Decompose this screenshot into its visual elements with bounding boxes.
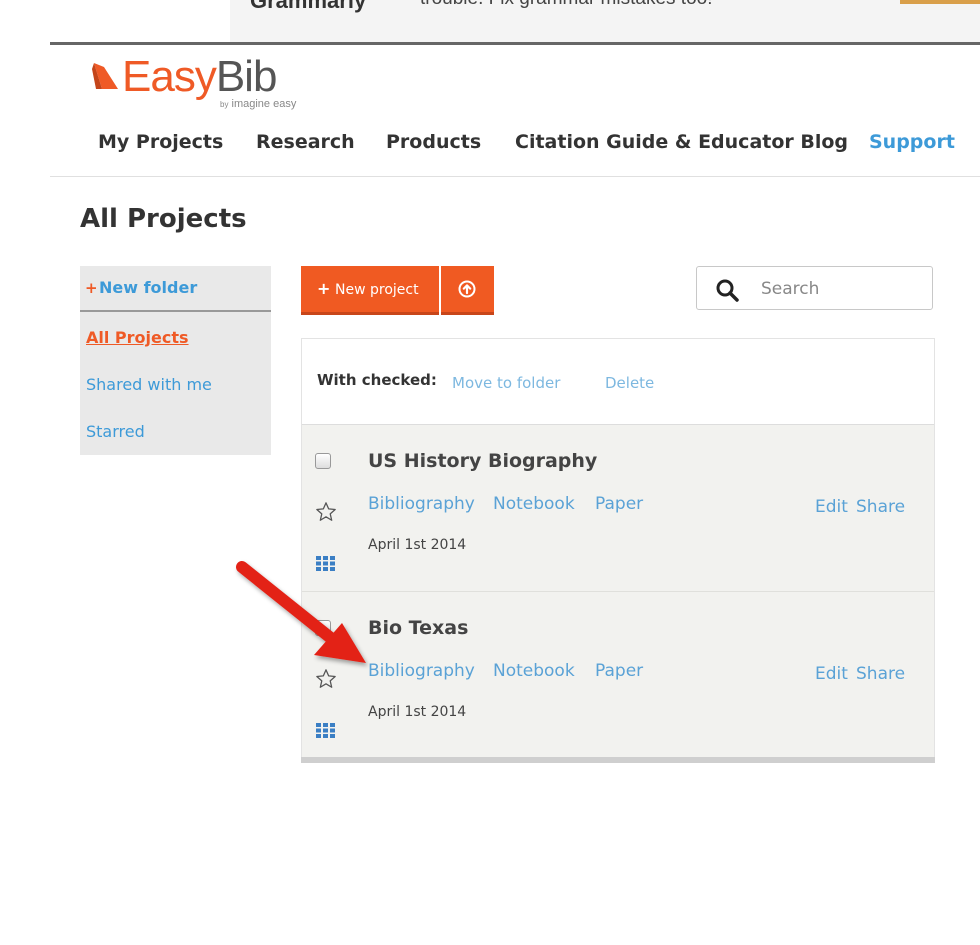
ad-button-edge[interactable] xyxy=(900,0,980,4)
project-date: April 1st 2014 xyxy=(368,704,467,720)
bibliography-link[interactable]: Bibliography xyxy=(368,661,475,681)
logo-byline: by imagine easy xyxy=(220,98,297,110)
move-to-folder-link[interactable]: Move to folder xyxy=(452,374,560,392)
ad-banner[interactable]: Grammarly trouble. Fix grammar mistakes … xyxy=(230,0,980,42)
nav-support[interactable]: Support xyxy=(869,131,955,153)
search-input[interactable] xyxy=(759,275,923,303)
upload-icon xyxy=(458,280,476,298)
ad-logo: Grammarly xyxy=(250,0,367,13)
top-divider xyxy=(50,42,980,45)
project-row: US History Biography Bibliography Notebo… xyxy=(302,425,934,592)
nav-research[interactable]: Research xyxy=(256,131,355,153)
panel-bottom-edge xyxy=(301,757,935,763)
project-checkbox[interactable] xyxy=(315,453,331,469)
sidebar-item-all-projects[interactable]: All Projects xyxy=(86,328,189,347)
share-link[interactable]: Share xyxy=(856,497,905,517)
project-title[interactable]: Bio Texas xyxy=(368,617,468,639)
ad-text: trouble. Fix grammar mistakes too! xyxy=(420,0,712,10)
project-row: Bio Texas Bibliography Notebook Paper Ed… xyxy=(302,592,934,759)
paper-link[interactable]: Paper xyxy=(595,661,643,681)
edit-link[interactable]: Edit xyxy=(815,664,848,684)
notebook-link[interactable]: Notebook xyxy=(493,661,575,681)
edit-link[interactable]: Edit xyxy=(815,497,848,517)
share-link[interactable]: Share xyxy=(856,664,905,684)
new-project-button[interactable]: + New project xyxy=(301,266,439,315)
upload-button[interactable] xyxy=(441,266,494,315)
folder-sidebar: + New folder All Projects Shared with me… xyxy=(80,266,271,455)
plus-icon: + xyxy=(85,279,98,297)
new-folder-button[interactable]: + New folder xyxy=(80,266,271,312)
sidebar-item-starred[interactable]: Starred xyxy=(86,422,145,441)
sidebar-item-shared-with-me[interactable]: Shared with me xyxy=(86,375,212,394)
search-icon xyxy=(716,279,739,302)
star-icon[interactable] xyxy=(315,501,337,523)
nav-products[interactable]: Products xyxy=(386,131,481,153)
nav-my-projects[interactable]: My Projects xyxy=(98,131,223,153)
notebook-link[interactable]: Notebook xyxy=(493,494,575,514)
nav-citation-guide[interactable]: Citation Guide & Educator Blog xyxy=(515,131,848,153)
search-box[interactable] xyxy=(696,266,933,310)
annotation-arrow-icon xyxy=(236,561,366,663)
nav-divider xyxy=(50,176,980,177)
project-title[interactable]: US History Biography xyxy=(368,450,597,472)
plus-icon: + xyxy=(317,279,331,298)
logo-wordmark: EasyBib xyxy=(122,52,277,101)
delete-link[interactable]: Delete xyxy=(605,374,654,392)
with-checked-label: With checked: xyxy=(317,371,437,389)
project-date: April 1st 2014 xyxy=(368,537,467,553)
bibliography-link[interactable]: Bibliography xyxy=(368,494,475,514)
grid-icon[interactable] xyxy=(316,723,335,738)
bulk-actions-bar: With checked: Move to folder Delete xyxy=(302,339,934,425)
projects-panel: With checked: Move to folder Delete US H… xyxy=(301,338,935,763)
page-title: All Projects xyxy=(80,204,247,234)
new-folder-label: New folder xyxy=(99,278,198,297)
paper-link[interactable]: Paper xyxy=(595,494,643,514)
new-project-label: New project xyxy=(335,282,419,298)
